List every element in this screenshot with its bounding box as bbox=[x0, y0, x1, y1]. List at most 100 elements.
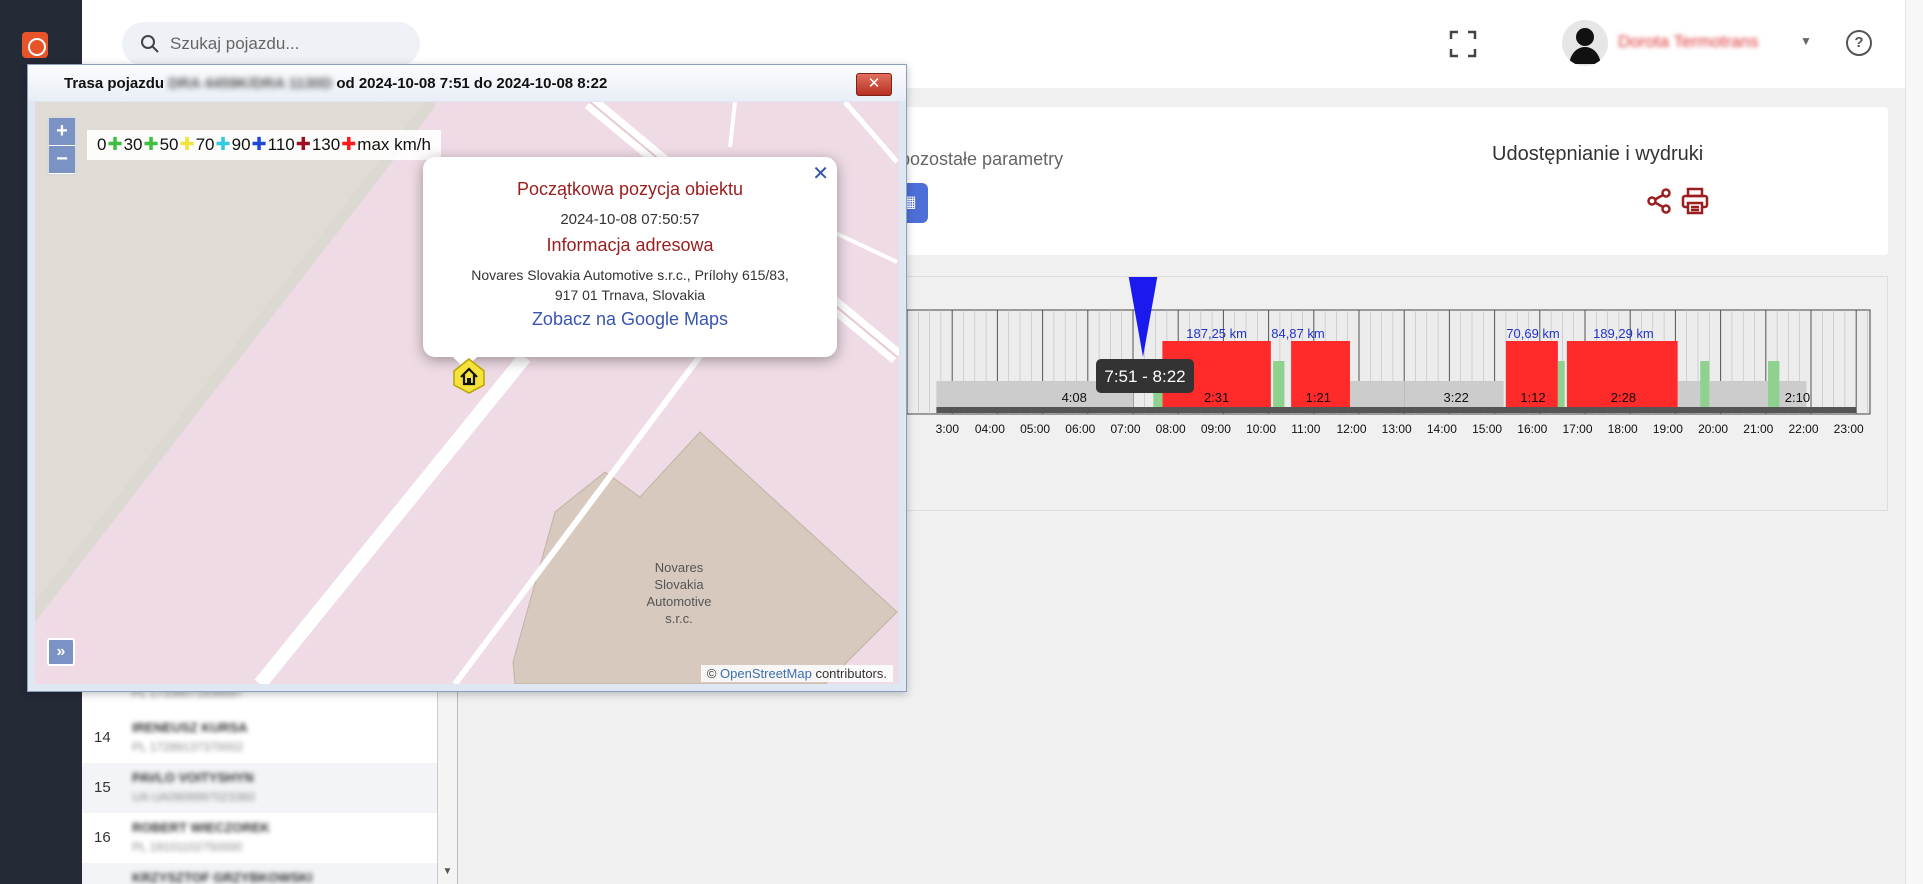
idle-block bbox=[1273, 361, 1285, 411]
speed-color-icon: ✚ bbox=[143, 134, 159, 154]
hour-label: 08:00 bbox=[1156, 422, 1186, 436]
title-prefix: Trasa pojazdu bbox=[64, 75, 165, 92]
help-icon[interactable]: ? bbox=[1846, 30, 1872, 56]
hour-label: 15:00 bbox=[1472, 422, 1502, 436]
hour-label: 16:00 bbox=[1517, 422, 1547, 436]
duration-label: 2:28 bbox=[1611, 390, 1636, 405]
popup-address-title: Informacja adresowa bbox=[546, 235, 714, 255]
row-number: 14 bbox=[94, 729, 111, 746]
popup-start-time: 2024-10-08 07:50:57 bbox=[560, 211, 700, 228]
speed-legend-label: 130 bbox=[311, 135, 341, 154]
map-attribution: © OpenStreetMap contributors. bbox=[700, 665, 893, 682]
attribution-suffix: contributors. bbox=[815, 666, 887, 681]
title-date-range: od 2024-10-08 7:51 do 2024-10-08 8:22 bbox=[336, 75, 608, 92]
app-logo-icon[interactable] bbox=[22, 32, 48, 58]
row-subtitle: UA UA0909997023360 bbox=[132, 790, 255, 804]
share-icon[interactable] bbox=[1645, 187, 1673, 220]
speed-legend-label: 110 bbox=[267, 135, 295, 154]
hour-label: 12:00 bbox=[1336, 422, 1366, 436]
speed-color-icon: ✚ bbox=[215, 134, 231, 154]
distance-label: 187,25 km bbox=[1186, 326, 1247, 341]
duration-label: 1:21 bbox=[1306, 390, 1331, 405]
chevron-down-icon[interactable]: ▼ bbox=[1800, 34, 1812, 48]
speed-color-icon: ✚ bbox=[179, 134, 195, 154]
duration-label: 2:31 bbox=[1204, 390, 1229, 405]
hour-label: 14:00 bbox=[1427, 422, 1457, 436]
building-label-line: s.r.c. bbox=[665, 611, 692, 626]
idle-block bbox=[1700, 361, 1710, 411]
idle-block bbox=[1557, 361, 1565, 411]
user-name[interactable]: Dorota Termotrans bbox=[1618, 32, 1758, 52]
popup-address-line2: 917 01 Trnava, Slovakia bbox=[554, 287, 706, 303]
row-name: ROBERT WIECZOREK bbox=[132, 820, 270, 835]
fullscreen-icon[interactable] bbox=[1447, 28, 1479, 60]
speed-legend-label: 90 bbox=[231, 135, 251, 154]
list-item[interactable]: 16 ROBERT WIECZOREK PL 19101102750000 bbox=[82, 813, 437, 863]
other-params-label[interactable]: pozostałe parametry bbox=[900, 149, 1063, 170]
speed-legend-label: max km/h bbox=[357, 135, 431, 154]
distance-label: 84,87 km bbox=[1271, 326, 1324, 341]
duration-label: 4:08 bbox=[1062, 390, 1087, 405]
close-button[interactable]: ✕ bbox=[856, 73, 892, 96]
distance-label: 189,29 km bbox=[1593, 326, 1654, 341]
zoom-control: + − bbox=[47, 116, 77, 176]
timeline-tooltip: 7:51 - 8:22 bbox=[1096, 359, 1194, 393]
hour-label: 10:00 bbox=[1246, 422, 1276, 436]
vehicle-plate: DRA 4459K/DRA 1130D bbox=[168, 75, 333, 92]
scroll-down-icon[interactable]: ▼ bbox=[438, 866, 457, 884]
expand-panel-button[interactable]: » bbox=[47, 638, 75, 666]
speed-color-icon: ✚ bbox=[251, 134, 267, 154]
vehicle-search[interactable] bbox=[122, 22, 420, 66]
hour-label: 11:00 bbox=[1291, 422, 1320, 436]
window-title: Trasa pojazdu DRA 4459K/DRA 1130D od 202… bbox=[64, 75, 607, 92]
row-name: PAVLO VOITYSHYN bbox=[132, 770, 254, 785]
vehicle-list: PL 17338071836697 14 IRENEUSZ KURSA PL 1… bbox=[82, 686, 458, 884]
list-item[interactable]: 14 IRENEUSZ KURSA PL 17289137370002 bbox=[82, 713, 437, 763]
row-subtitle: PL 19101102750000 bbox=[132, 840, 243, 854]
hour-label: 06:00 bbox=[1065, 422, 1095, 436]
duration-label: 3:22 bbox=[1444, 390, 1469, 405]
duration-label: 2:10 bbox=[1785, 390, 1810, 405]
hour-label: 21:00 bbox=[1743, 422, 1773, 436]
share-print-title: Udostępnianie i wydruki bbox=[1492, 143, 1704, 165]
list-item[interactable]: KRZYSZTOF GRZYBKOWSKI bbox=[82, 863, 437, 884]
google-maps-link[interactable]: Zobacz na Google Maps bbox=[423, 309, 837, 330]
openstreetmap-link[interactable]: OpenStreetMap bbox=[720, 666, 812, 681]
print-icon[interactable] bbox=[1680, 187, 1710, 220]
popup-address-line1: Novares Slovakia Automotive s.r.c., Príl… bbox=[471, 267, 789, 283]
hour-label: 04:00 bbox=[975, 422, 1005, 436]
parameters-card: pozostałe parametry ▦ Udostępnianie i wy… bbox=[890, 107, 1888, 255]
hour-label: 07:00 bbox=[1110, 422, 1140, 436]
idle-block bbox=[1768, 361, 1780, 411]
page-scrollbar[interactable] bbox=[1905, 0, 1923, 884]
search-input[interactable] bbox=[170, 22, 410, 66]
hour-label: 05:00 bbox=[1020, 422, 1050, 436]
hour-label: 18:00 bbox=[1608, 422, 1638, 436]
timeline-hour-labels: 3:00 04:00 05:00 06:00 07:00 08:00 09:00 10:00 1… bbox=[936, 422, 1864, 436]
row-number: 16 bbox=[94, 829, 111, 846]
speed-legend-label: 30 bbox=[123, 135, 143, 154]
distance-label: 70,69 km bbox=[1506, 326, 1559, 341]
hour-label: 19:00 bbox=[1653, 422, 1683, 436]
svg-text:7:51 - 8:22: 7:51 - 8:22 bbox=[1104, 367, 1185, 386]
popup-start-title: Początkowa pozycja obiektu bbox=[516, 179, 744, 199]
speed-legend-label: 50 bbox=[159, 135, 179, 154]
row-name: IRENEUSZ KURSA bbox=[132, 720, 248, 735]
speed-legend-label: 70 bbox=[195, 135, 215, 154]
timeline-chart[interactable]: 3:00 04:00 05:00 06:00 07:00 08:00 09:00 10:00 1… bbox=[890, 277, 1888, 512]
hour-label: 17:00 bbox=[1562, 422, 1592, 436]
hour-label: 22:00 bbox=[1788, 422, 1818, 436]
zoom-in-button[interactable]: + bbox=[49, 118, 75, 146]
window-titlebar[interactable]: Trasa pojazdu DRA 4459K/DRA 1130D od 202… bbox=[28, 65, 906, 101]
speed-legend: 0✚30✚50✚70✚90✚110✚130✚max km/h bbox=[87, 130, 441, 160]
list-scrollbar[interactable]: ▼ bbox=[437, 690, 457, 884]
zoom-out-button[interactable]: − bbox=[49, 146, 75, 174]
list-item[interactable]: 15 PAVLO VOITYSHYN UA UA0909997023360 bbox=[82, 763, 437, 813]
attribution-copyright: © bbox=[706, 666, 717, 681]
row-name: KRZYSZTOF GRZYBKOWSKI bbox=[132, 870, 313, 884]
route-map[interactable]: Novares Slovakia Automotive s.r.c. + − 0✚30… bbox=[35, 102, 899, 684]
home-marker-icon[interactable] bbox=[452, 357, 486, 400]
speed-color-icon: ✚ bbox=[341, 134, 357, 154]
avatar[interactable] bbox=[1562, 20, 1608, 66]
search-icon bbox=[140, 34, 160, 59]
